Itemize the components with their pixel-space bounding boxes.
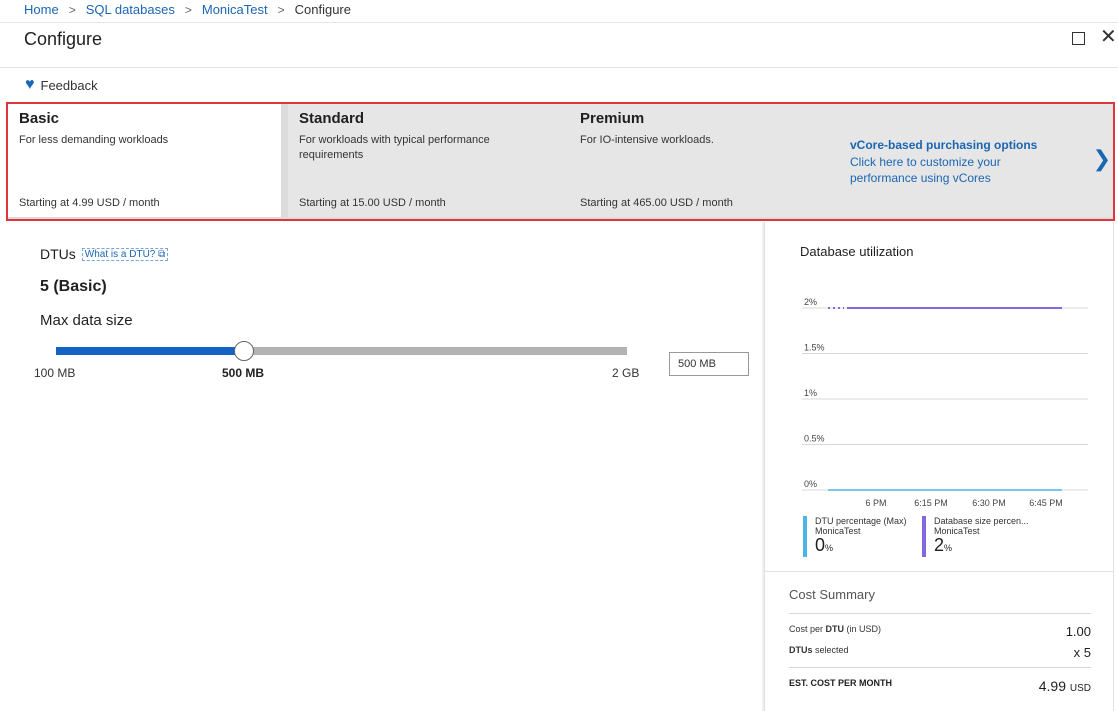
x-tick-label: 6 PM bbox=[865, 498, 886, 508]
utilization-title: Database utilization bbox=[800, 244, 914, 259]
cost-row-per-dtu: Cost per DTU (in USD) 1.00 bbox=[789, 624, 1091, 639]
breadcrumb: Home > SQL databases > MonicaTest > Conf… bbox=[24, 2, 351, 17]
divider bbox=[0, 22, 1118, 23]
slider-fill bbox=[56, 347, 245, 355]
legend-value-number: 0 bbox=[815, 535, 826, 555]
close-icon[interactable]: ✕ bbox=[1100, 27, 1117, 47]
y-tick-label: 2% bbox=[804, 297, 817, 307]
legend-value-unit: % bbox=[825, 543, 834, 553]
tier-price: Starting at 465.00 USD / month bbox=[580, 197, 733, 209]
y-tick-label: 0% bbox=[804, 479, 817, 489]
divider bbox=[789, 613, 1091, 614]
tier-name: Basic bbox=[19, 110, 60, 127]
vcore-description: Click here to customize your performance… bbox=[850, 155, 1001, 185]
est-cost-row: EST. COST PER MONTH 4.99 USD bbox=[789, 678, 1091, 694]
est-cost-amount: 4.99 bbox=[1038, 678, 1066, 694]
tier-premium[interactable]: Premium For IO-intensive workloads. Star… bbox=[569, 104, 837, 217]
feedback-label: Feedback bbox=[40, 77, 98, 93]
tier-name: Standard bbox=[299, 110, 365, 127]
divider bbox=[0, 67, 1118, 68]
cost-row-dtus: DTUs selected x 5 bbox=[789, 645, 1091, 660]
tier-selector: Basic For less demanding workloads Start… bbox=[6, 102, 1115, 221]
chevron-right-icon: > bbox=[68, 2, 76, 17]
cost-label-post: selected bbox=[812, 645, 849, 655]
divider bbox=[789, 667, 1091, 668]
breadcrumb-monicatest[interactable]: MonicaTest bbox=[202, 2, 268, 17]
chevron-right-icon: > bbox=[184, 2, 192, 17]
dtu-value: 5 (Basic) bbox=[40, 278, 107, 295]
slider-min-label: 100 MB bbox=[34, 366, 76, 380]
tier-price: Starting at 15.00 USD / month bbox=[299, 197, 446, 209]
legend-name: Database size percen... bbox=[934, 516, 1029, 526]
dtu-row: DTUs What is a DTU? ⧉ bbox=[40, 246, 169, 262]
what-is-dtu-link[interactable]: What is a DTU? ⧉ bbox=[81, 247, 169, 261]
x-tick-label: 6:15 PM bbox=[914, 498, 948, 508]
est-cost-label: EST. COST PER MONTH bbox=[789, 678, 893, 688]
y-tick-label: 1.5% bbox=[804, 343, 825, 353]
divider bbox=[764, 571, 1114, 572]
vcore-options-link[interactable]: vCore-based purchasing options Click her… bbox=[837, 104, 1113, 217]
cost-label: DTUs selected bbox=[789, 645, 849, 660]
max-size-input[interactable] bbox=[669, 352, 749, 376]
x-tick-label: 6:30 PM bbox=[972, 498, 1006, 508]
legend-value: 2% bbox=[934, 536, 1032, 557]
cost-label-bold: DTUs bbox=[789, 645, 813, 655]
legend-value-unit: % bbox=[944, 543, 953, 553]
breadcrumb-sql-databases[interactable]: SQL databases bbox=[86, 2, 175, 17]
legend-item-db-size[interactable]: Database size percen... MonicaTest 2% bbox=[922, 516, 1032, 557]
slider-thumb[interactable] bbox=[234, 341, 255, 361]
dtu-label: DTUs bbox=[40, 246, 76, 262]
breadcrumb-current: Configure bbox=[294, 2, 351, 17]
x-tick-label: 6:45 PM bbox=[1029, 498, 1063, 508]
tier-price: Starting at 4.99 USD / month bbox=[19, 197, 160, 209]
y-tick-label: 0.5% bbox=[804, 434, 825, 444]
legend-sub: MonicaTest bbox=[934, 526, 980, 536]
utilization-chart: 2% 1.5% 1% 0.5% 0% 6 PM 6:15 PM 6:30 PM 6:45 PM bbox=[802, 297, 1088, 508]
page-title: Configure bbox=[24, 29, 103, 49]
chart-x-ticks: 6 PM 6:15 PM 6:30 PM 6:45 PM bbox=[865, 498, 1062, 508]
tier-basic[interactable]: Basic For less demanding workloads Start… bbox=[8, 104, 281, 217]
cost-label-post: (in USD) bbox=[844, 624, 882, 634]
legend-name: DTU percentage (Max) bbox=[815, 516, 907, 526]
chart-y-ticks: 2% 1.5% 1% 0.5% 0% bbox=[804, 297, 825, 489]
cost-label: Cost per DTU (in USD) bbox=[789, 624, 881, 639]
chevron-right-icon: ❯ bbox=[1092, 146, 1111, 171]
slider-selected-label: 500 MB bbox=[222, 366, 265, 380]
vcore-title: vCore-based purchasing options bbox=[850, 138, 1038, 152]
cost-label-bold: DTU bbox=[825, 624, 845, 634]
chart-grid bbox=[802, 307, 1088, 491]
est-cost-currency: USD bbox=[1069, 683, 1091, 694]
tier-description: For less demanding workloads bbox=[19, 134, 169, 146]
breadcrumb-home[interactable]: Home bbox=[24, 2, 59, 17]
tier-standard[interactable]: Standard For workloads with typical perf… bbox=[288, 104, 569, 217]
cost-label-pre: Cost per bbox=[789, 624, 826, 634]
legend-item-dtu[interactable]: DTU percentage (Max) MonicaTest 0% bbox=[803, 516, 913, 557]
legend-sub: MonicaTest bbox=[815, 526, 861, 536]
tier-description: For workloads with typical performance r… bbox=[299, 134, 490, 161]
max-data-size-label: Max data size bbox=[40, 312, 133, 329]
heart-icon: ♥ bbox=[25, 76, 35, 93]
y-tick-label: 1% bbox=[804, 388, 817, 398]
cost-value: 1.00 bbox=[1065, 624, 1091, 639]
feedback-button[interactable]: ♥ Feedback bbox=[25, 77, 98, 93]
est-cost-value: 4.99 USD bbox=[1039, 678, 1091, 694]
tier-name: Premium bbox=[580, 110, 645, 127]
legend-value: 0% bbox=[815, 536, 913, 557]
tier-description: For IO-intensive workloads. bbox=[580, 134, 714, 146]
cost-value: x 5 bbox=[1073, 645, 1091, 660]
cost-summary-title: Cost Summary bbox=[789, 587, 875, 602]
maximize-icon[interactable] bbox=[1072, 32, 1085, 45]
slider-max-label: 2 GB bbox=[612, 366, 640, 380]
legend-value-number: 2 bbox=[934, 535, 945, 555]
chevron-right-icon: > bbox=[277, 2, 285, 17]
